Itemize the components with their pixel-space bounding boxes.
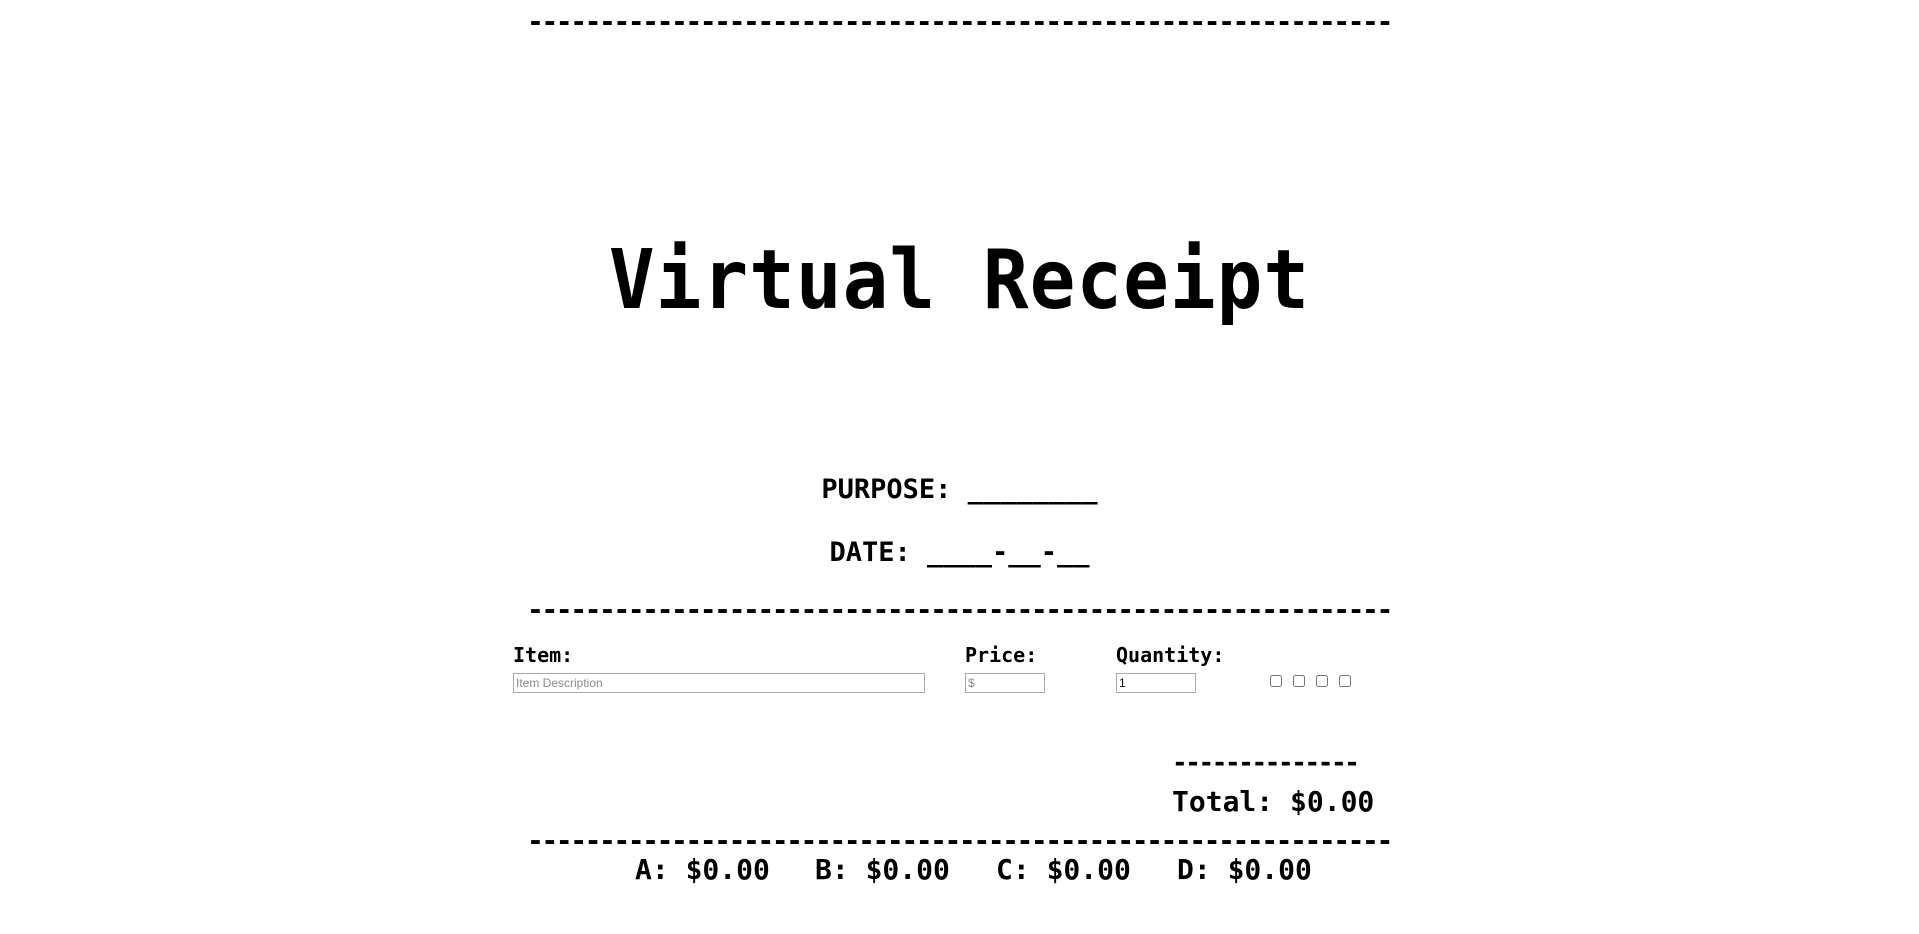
split-a-amount: A: $0.00 [635, 853, 770, 886]
top-divider: ----------------------------------------… [527, 8, 1393, 36]
date-line: DATE: ____-__-__ [829, 537, 1090, 568]
split-a-checkbox[interactable] [1270, 675, 1282, 687]
subtotal-rule: -------------- [1172, 750, 1360, 776]
split-c-checkbox[interactable] [1316, 675, 1328, 687]
split-b-amount: B: $0.00 [815, 853, 950, 886]
split-d-amount: D: $0.00 [1177, 853, 1312, 886]
quantity-input[interactable] [1116, 673, 1196, 693]
total-amount: Total: $0.00 [1172, 785, 1375, 818]
bottom-divider: ----------------------------------------… [527, 827, 1393, 855]
purpose-line: PURPOSE: ________ [821, 474, 1098, 505]
middle-divider: ----------------------------------------… [527, 596, 1393, 624]
page-title: Virtual Receipt [608, 231, 1311, 328]
split-d-checkbox[interactable] [1339, 675, 1351, 687]
split-b-checkbox[interactable] [1293, 675, 1305, 687]
split-c-amount: C: $0.00 [996, 853, 1131, 886]
price-input[interactable] [965, 673, 1045, 693]
item-description-input[interactable] [513, 673, 925, 693]
quantity-label: Quantity: [1116, 643, 1225, 667]
price-label: Price: [965, 643, 1038, 667]
item-label: Item: [513, 643, 574, 667]
